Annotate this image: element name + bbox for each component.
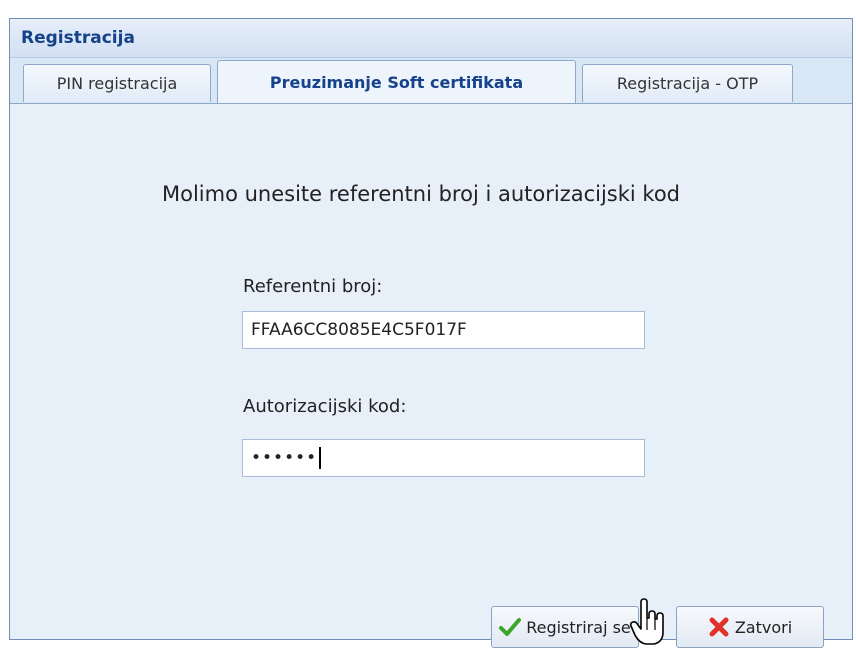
reference-number-value: FFAA6CC8085E4C5F017F: [251, 320, 467, 340]
text-caret: [319, 447, 322, 469]
tab-label: PIN registracija: [56, 74, 178, 93]
tab-label: Preuzimanje Soft certifikata: [269, 72, 524, 92]
tab-panel: Molimo unesite referentni broj i autoriz…: [10, 103, 852, 648]
tab-preuzimanje-soft-certifikata[interactable]: Preuzimanje Soft certifikata: [217, 60, 576, 103]
hand-pointer-cursor-icon: [628, 598, 668, 646]
registration-dialog: Registracija PIN registracija Preuzimanj…: [9, 18, 853, 648]
auth-code-label: Autorizacijski kod:: [243, 396, 407, 417]
red-x-icon: [708, 616, 730, 638]
tab-pin-registracija[interactable]: PIN registracija: [23, 64, 211, 102]
close-button-label: Zatvori: [734, 617, 793, 637]
dialog-title: Registracija: [21, 28, 135, 48]
dialog-titlebar: Registracija: [10, 19, 852, 58]
tab-strip: PIN registracija Preuzimanje Soft certif…: [10, 58, 852, 103]
close-button[interactable]: Zatvori: [676, 606, 824, 648]
instruction-message: Molimo unesite referentni broj i autoriz…: [161, 182, 681, 206]
auth-code-input[interactable]: ••••••: [242, 439, 645, 477]
tab-registracija-otp[interactable]: Registracija - OTP: [582, 64, 793, 102]
auth-code-masked-value: ••••••: [251, 448, 318, 468]
reference-number-label: Referentni broj:: [243, 276, 383, 297]
reference-number-input[interactable]: FFAA6CC8085E4C5F017F: [242, 311, 645, 349]
register-button[interactable]: Registriraj se: [491, 606, 639, 648]
tab-label: Registracija - OTP: [616, 74, 759, 93]
register-button-label: Registriraj se: [526, 617, 631, 637]
checkmark-icon: [499, 616, 522, 638]
